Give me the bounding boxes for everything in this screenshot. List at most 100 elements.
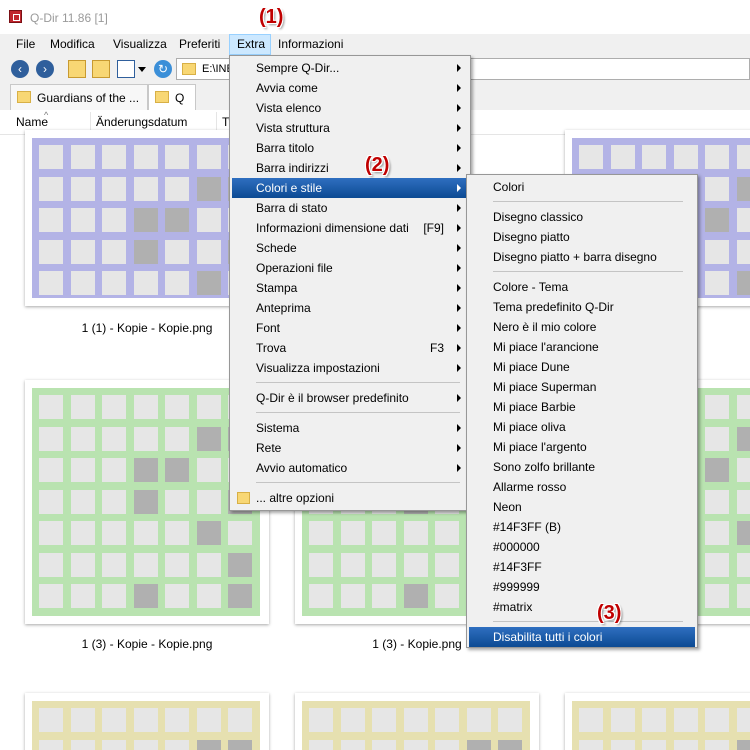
- grid-cell: [498, 739, 522, 750]
- grid-cell: [228, 521, 252, 545]
- grid-cell: [70, 208, 95, 232]
- colors-menu-item-21[interactable]: Disabilita tutti i colori: [469, 627, 695, 647]
- tab-q[interactable]: Q: [148, 84, 196, 110]
- extra-menu-item-15[interactable]: Visualizza impostazioni: [232, 358, 468, 378]
- colors-menu-item-12[interactable]: Mi piace l'argento: [469, 437, 695, 457]
- grid-cell: [133, 145, 158, 169]
- grid-cell: [435, 552, 459, 577]
- callout-3: (3): [597, 602, 622, 624]
- grid-cell: [39, 239, 63, 264]
- grid-cell: [39, 395, 63, 419]
- extra-menu-item-14[interactable]: Trova F3: [232, 338, 468, 358]
- colors-menu-item-20[interactable]: #matrix: [469, 597, 695, 617]
- extra-menu-item-20[interactable]: ... altre opzioni: [232, 488, 468, 508]
- refresh-icon[interactable]: ↻: [154, 60, 172, 78]
- colors-menu-item-0[interactable]: Colori: [469, 177, 695, 197]
- extra-menu-item-8[interactable]: Informazioni dimensione dati [F9]: [232, 218, 468, 238]
- thumbnail[interactable]: [565, 693, 750, 750]
- extra-menu-item-2[interactable]: Vista elenco: [232, 98, 468, 118]
- extra-menu-item-13[interactable]: Font: [232, 318, 468, 338]
- back-icon[interactable]: ‹: [11, 60, 29, 78]
- menu-separator: [493, 201, 683, 202]
- menu-file[interactable]: File: [9, 34, 42, 55]
- extra-menu-item-5[interactable]: Barra indirizzi: [232, 158, 468, 178]
- colors-menu-item-7[interactable]: Mi piace l'arancione: [469, 337, 695, 357]
- menu-item-label: Barra titolo: [256, 141, 315, 155]
- grid-cell: [102, 584, 126, 608]
- chevron-down-icon[interactable]: [137, 60, 147, 78]
- column-date[interactable]: Änderungsdatum: [96, 115, 187, 129]
- grid-cell: [196, 584, 221, 608]
- extra-menu-item-16[interactable]: Q-Dir è il browser predefinito: [232, 388, 468, 408]
- grid-cell: [228, 739, 252, 750]
- extra-menu-item-3[interactable]: Vista struttura: [232, 118, 468, 138]
- grid-cell: [165, 176, 189, 201]
- colors-menu-item-4[interactable]: Colore - Tema: [469, 277, 695, 297]
- tab-guardians[interactable]: Guardians of the ...: [10, 84, 148, 110]
- menu-item-label: Mi piace Dune: [493, 360, 570, 374]
- grid-cell: [70, 489, 95, 514]
- menu-visualizza[interactable]: Visualizza: [106, 34, 174, 55]
- menu-item-label: Informazioni dimensione dati: [256, 221, 409, 235]
- grid-cell: [133, 584, 158, 608]
- extra-menu-item-11[interactable]: Stampa: [232, 278, 468, 298]
- tab-label: Guardians of the ...: [37, 91, 140, 105]
- colors-menu-item-10[interactable]: Mi piace Barbie: [469, 397, 695, 417]
- file-label[interactable]: 1 (3) - Kopie - Kopie.png: [14, 637, 280, 651]
- colors-menu-item-8[interactable]: Mi piace Dune: [469, 357, 695, 377]
- colors-menu-item-15[interactable]: Neon: [469, 497, 695, 517]
- menu-item-label: #14F3FF (B): [493, 520, 562, 534]
- colors-menu-item-18[interactable]: #14F3FF: [469, 557, 695, 577]
- colors-menu-item-13[interactable]: Sono zolfo brillante: [469, 457, 695, 477]
- grid-cell: [403, 708, 428, 732]
- thumbnail[interactable]: [295, 693, 539, 750]
- column-divider[interactable]: [216, 112, 217, 132]
- colors-menu-item-19[interactable]: #999999: [469, 577, 695, 597]
- colors-menu-item-14[interactable]: Allarme rosso: [469, 477, 695, 497]
- menu-item-label: Visualizza impostazioni: [256, 361, 380, 375]
- grid-cell: [196, 552, 221, 577]
- colors-menu-item-3[interactable]: Disegno piatto + barra disegno: [469, 247, 695, 267]
- colors-menu-item-2[interactable]: Disegno piatto: [469, 227, 695, 247]
- grid-cell: [133, 708, 158, 732]
- app-window: Q-Dir 11.86 [1] File Modifica Visualizza…: [0, 0, 750, 750]
- chevron-right-icon: [457, 284, 461, 292]
- grid-cell: [133, 552, 158, 577]
- view-grid-icon[interactable]: [117, 60, 135, 78]
- colors-menu-item-9[interactable]: Mi piace Superman: [469, 377, 695, 397]
- grid-cell: [309, 521, 333, 545]
- extra-menu-item-6[interactable]: Colori e stile: [232, 178, 468, 198]
- extra-menu-item-19[interactable]: Avvio automatico: [232, 458, 468, 478]
- colors-menu-item-1[interactable]: Disegno classico: [469, 207, 695, 227]
- new-folder-icon[interactable]: [92, 60, 110, 78]
- extra-menu-item-4[interactable]: Barra titolo: [232, 138, 468, 158]
- grid-cell: [610, 708, 635, 732]
- extra-menu-item-12[interactable]: Anteprima: [232, 298, 468, 318]
- grid-cell: [372, 521, 396, 545]
- menu-preferiti[interactable]: Preferiti: [172, 34, 227, 55]
- forward-icon[interactable]: ›: [36, 60, 54, 78]
- extra-menu-item-1[interactable]: Avvia come: [232, 78, 468, 98]
- thumbnail[interactable]: [25, 693, 269, 750]
- extra-menu-item-7[interactable]: Barra di stato: [232, 198, 468, 218]
- colors-menu-item-5[interactable]: Tema predefinito Q-Dir: [469, 297, 695, 317]
- extra-menu-item-9[interactable]: Schede: [232, 238, 468, 258]
- menu-modifica[interactable]: Modifica: [43, 34, 102, 55]
- up-folder-icon[interactable]: [68, 60, 86, 78]
- colors-menu-item-17[interactable]: #000000: [469, 537, 695, 557]
- colors-menu-item-6[interactable]: Nero è il mio colore: [469, 317, 695, 337]
- grid-cell: [133, 426, 158, 451]
- column-divider[interactable]: [90, 112, 91, 132]
- extra-menu-item-10[interactable]: Operazioni file: [232, 258, 468, 278]
- grid-cell: [736, 176, 750, 201]
- grid-cell: [579, 708, 603, 732]
- grid-cell: [705, 239, 729, 264]
- extra-menu-item-18[interactable]: Rete: [232, 438, 468, 458]
- extra-menu-item-0[interactable]: Sempre Q-Dir...: [232, 58, 468, 78]
- colors-menu-item-11[interactable]: Mi piace oliva: [469, 417, 695, 437]
- extra-menu-item-17[interactable]: Sistema: [232, 418, 468, 438]
- menu-extra[interactable]: Extra: [229, 34, 271, 55]
- colors-menu-item-16[interactable]: #14F3FF (B): [469, 517, 695, 537]
- menu-informazioni[interactable]: Informazioni: [271, 34, 350, 55]
- grid-cell: [102, 271, 126, 295]
